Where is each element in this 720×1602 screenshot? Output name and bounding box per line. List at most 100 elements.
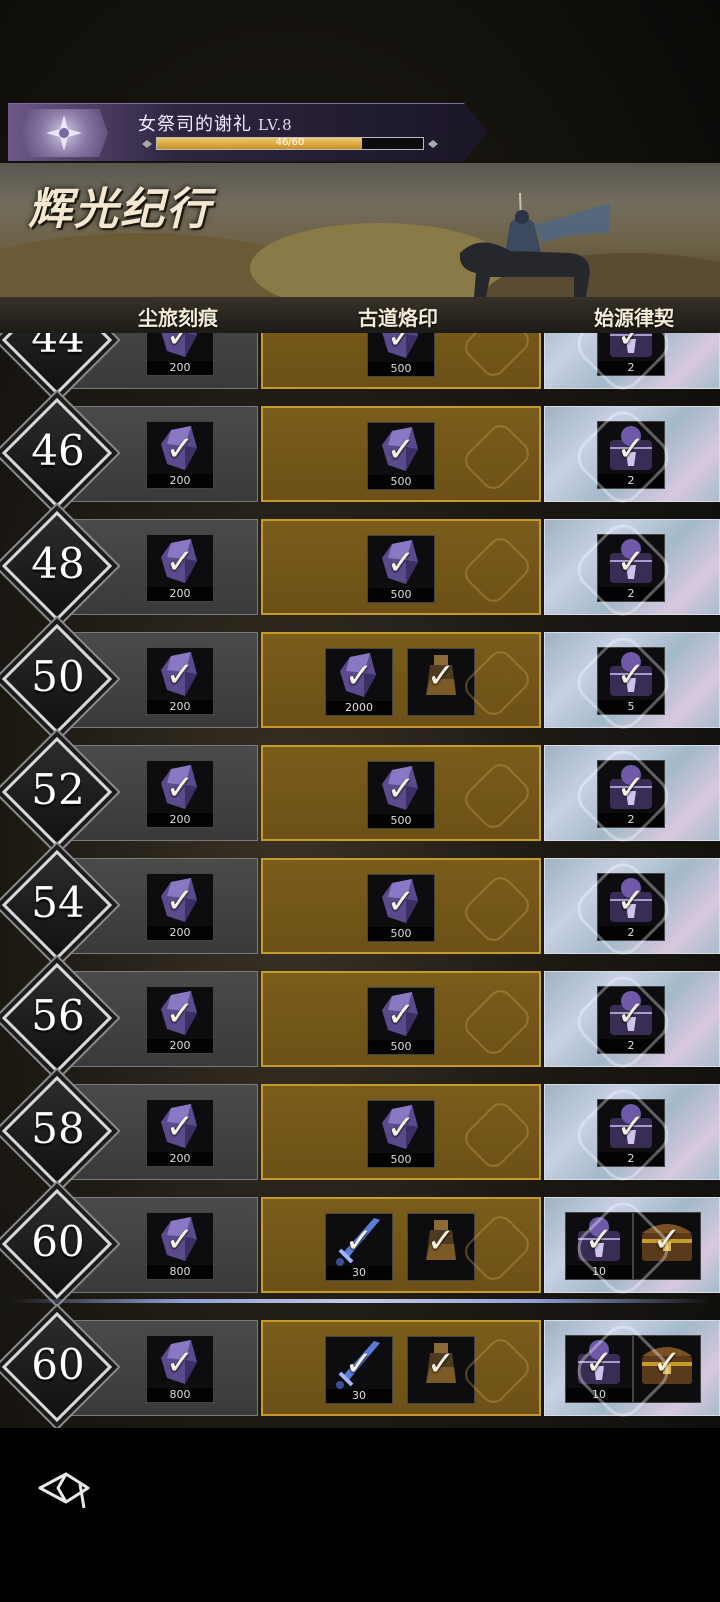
reward-item[interactable]: ✓ 2 <box>597 534 665 602</box>
reward-item[interactable]: ✓ 500 <box>367 1100 435 1168</box>
level-number: 44 <box>31 333 85 362</box>
reward-item[interactable]: ✓ 2 <box>597 760 665 828</box>
column-premium-label: 始源律契 <box>594 306 674 330</box>
reward-item[interactable]: ✓ 800 <box>146 1335 214 1403</box>
reward-quantity: 2 <box>598 926 664 940</box>
reward-item[interactable]: ✓ <box>633 1335 701 1403</box>
back-arrow-icon[interactable] <box>36 1466 92 1510</box>
level-number: 54 <box>31 878 85 927</box>
level-badge: 58 <box>1 1075 113 1187</box>
gold-reward-cell: ✓ 500 <box>261 1084 541 1180</box>
reward-row: ✓ 200 ✓ 500 ✓ 2 58 <box>0 1075 720 1187</box>
claimed-check-icon: ✓ <box>616 881 646 921</box>
reward-item[interactable]: ✓ 2 <box>597 333 665 376</box>
reward-quantity: 500 <box>368 927 434 941</box>
level-number: 52 <box>31 765 85 814</box>
reward-quantity: 2 <box>598 813 664 827</box>
reward-row: ✓ 200 ✓ 500 ✓ 2 48 <box>0 510 720 622</box>
claimed-check-icon: ✓ <box>616 768 646 808</box>
level-badge: 54 <box>1 849 113 961</box>
rider-on-horse-art <box>459 193 610 297</box>
season-level: LV.8 <box>258 116 293 134</box>
claimed-check-icon: ✓ <box>165 1343 195 1383</box>
premium-reward-cell: ✓ 2 <box>544 519 720 615</box>
premium-reward-cell: ✓ 2 <box>544 858 720 954</box>
reward-item[interactable]: ✓ 200 <box>146 986 214 1054</box>
reward-item[interactable]: ✓ 2 <box>597 1099 665 1167</box>
reward-item[interactable]: ✓ 200 <box>146 534 214 602</box>
claimed-check-icon: ✓ <box>652 1220 682 1260</box>
reward-item[interactable]: ✓ 30 <box>325 1213 393 1281</box>
reward-item[interactable]: ✓ 500 <box>367 535 435 603</box>
reward-item[interactable]: ✓ 5 <box>597 647 665 715</box>
reward-item[interactable]: ✓ 800 <box>146 1212 214 1280</box>
claimed-check-icon: ✓ <box>584 1220 614 1260</box>
reward-item[interactable]: ✓ <box>407 1336 475 1404</box>
level-badge: 60 <box>1 1311 113 1423</box>
reward-quantity: 10 <box>566 1265 632 1279</box>
claimed-check-icon: ✓ <box>165 1220 195 1260</box>
reward-item[interactable]: ✓ 200 <box>146 421 214 489</box>
xp-bar-left-cap <box>142 140 152 148</box>
reward-item[interactable]: ✓ <box>407 648 475 716</box>
premium-reward-cell: ✓ 5 <box>544 632 720 728</box>
claimed-check-icon: ✓ <box>584 1343 614 1383</box>
reward-item[interactable]: ✓ <box>407 1213 475 1281</box>
reward-item[interactable]: ✓ 30 <box>325 1336 393 1404</box>
bottom-bar <box>0 1428 720 1602</box>
gold-reward-cell: ✓ 500 <box>261 858 541 954</box>
reward-quantity: 200 <box>147 700 213 714</box>
reward-quantity: 800 <box>147 1388 213 1402</box>
gold-reward-cell: ✓ 500 <box>261 406 541 502</box>
season-level-banner[interactable]: 女祭司的谢礼 LV.8 46/60 <box>8 103 488 161</box>
season-title: 女祭司的谢礼 LV.8 <box>138 110 293 136</box>
reward-column-header: 尘旅刻痕 古道烙印 始源律契 <box>0 297 720 333</box>
reward-item[interactable]: ✓ 2 <box>597 873 665 941</box>
gold-reward-cell: ✓ 30 ✓ <box>261 1320 541 1416</box>
reward-quantity: 500 <box>368 475 434 489</box>
claimed-check-icon: ✓ <box>165 333 195 356</box>
reward-item[interactable]: ✓ 10 <box>565 1335 633 1403</box>
reward-quantity: 5 <box>598 700 664 714</box>
battle-pass-screen: 女祭司的谢礼 LV.8 46/60 辉光纪行 尘旅刻痕 古道烙印 始源律契 ✓ 20… <box>0 0 720 1602</box>
reward-item[interactable]: ✓ 500 <box>367 761 435 829</box>
reward-quantity: 2 <box>598 361 664 375</box>
reward-row: ✓ 800 ✓ 30 ✓ ✓ 10 ✓ 60 <box>0 1311 720 1423</box>
reward-item[interactable]: ✓ 10 <box>565 1212 633 1280</box>
claimed-check-icon: ✓ <box>426 1221 456 1261</box>
claimed-check-icon: ✓ <box>165 994 195 1034</box>
reward-item[interactable]: ✓ 500 <box>367 422 435 490</box>
reward-quantity: 200 <box>147 1039 213 1053</box>
reward-item[interactable]: ✓ 200 <box>146 760 214 828</box>
reward-item[interactable]: ✓ 2 <box>597 421 665 489</box>
priestess-emblem-icon <box>20 109 108 157</box>
event-logo: 辉光纪行 <box>28 184 212 235</box>
reward-item[interactable]: ✓ 200 <box>146 333 214 376</box>
reward-quantity: 10 <box>566 1388 632 1402</box>
level-badge: 44 <box>1 333 113 396</box>
premium-reward-cell: ✓ 2 <box>544 406 720 502</box>
reward-item[interactable]: ✓ <box>633 1212 701 1280</box>
reward-quantity: 2 <box>598 587 664 601</box>
reward-item[interactable]: ✓ 2 <box>597 986 665 1054</box>
premium-reward-cell: ✓ 2 <box>544 333 720 389</box>
reward-item[interactable]: ✓ 200 <box>146 1099 214 1167</box>
reward-item[interactable]: ✓ 500 <box>367 987 435 1055</box>
level-badge: 60 <box>1 1188 113 1300</box>
gold-reward-cell: ✓ 2000 ✓ <box>261 632 541 728</box>
rune-chest-icon <box>598 333 664 363</box>
reward-item[interactable]: ✓ 500 <box>367 874 435 942</box>
claimed-check-icon: ✓ <box>386 1108 416 1148</box>
reward-item[interactable]: ✓ 500 <box>367 333 435 377</box>
reward-quantity: 200 <box>147 813 213 827</box>
claimed-check-icon: ✓ <box>165 542 195 582</box>
level-badge: 46 <box>1 397 113 509</box>
reward-item[interactable]: ✓ 2000 <box>325 648 393 716</box>
reward-rows-list[interactable]: ✓ 200 ✓ 500 ✓ 2 44 ✓ 200 ✓ 500 ✓ 2 46 ✓ 200 ✓ 500 ✓ 2 48 ✓ 200… <box>0 333 720 1428</box>
reward-quantity: 200 <box>147 361 213 375</box>
reward-item[interactable]: ✓ 200 <box>146 873 214 941</box>
level-number: 60 <box>31 1340 85 1389</box>
reward-row: ✓ 200 ✓ 500 ✓ 2 56 <box>0 962 720 1074</box>
reward-item[interactable]: ✓ 200 <box>146 647 214 715</box>
reward-quantity: 500 <box>368 1040 434 1054</box>
